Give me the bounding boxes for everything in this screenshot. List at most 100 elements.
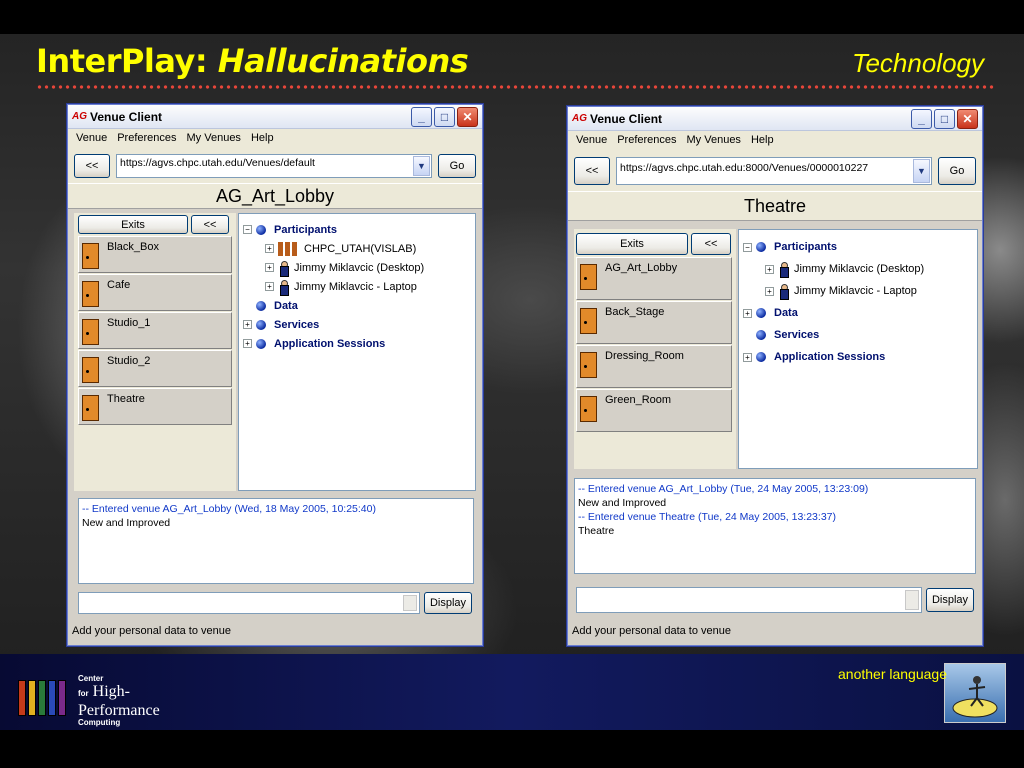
tree-participant[interactable]: + Jimmy Miklavcic - Laptop [743,280,973,302]
exit-dressing-room[interactable]: Dressing_Room [576,345,732,388]
tree-services[interactable]: Services [743,324,973,346]
menu-bar: Venue Preferences My Venues Help [568,131,982,151]
venue-url-field[interactable]: https://agvs.chpc.utah.edu:8000/Venues/0… [616,157,932,185]
expand-icon[interactable]: + [265,263,274,272]
door-icon [580,396,597,422]
tree-participant[interactable]: + Jimmy Miklavcic (Desktop) [743,258,973,280]
chat-log[interactable]: -- Entered venue AG_Art_Lobby (Tue, 24 M… [574,478,976,574]
title-main: InterPlay: [36,42,218,80]
expand-icon[interactable]: + [743,352,752,362]
collapse-exits-button[interactable]: << [691,233,731,255]
exit-studio-1[interactable]: Studio_1 [78,312,232,349]
logo-line-performance: Performance [78,702,160,719]
collapse-icon[interactable]: − [743,242,752,252]
back-button[interactable]: << [74,154,110,178]
ag-logo-icon: AG [572,113,587,124]
venue-name: Theatre [568,191,982,221]
exit-label: Studio_1 [107,317,151,329]
tree-participant[interactable]: + Jimmy Miklavcic - Laptop [243,277,471,296]
tree-participants[interactable]: − Participants [243,220,471,239]
expand-icon[interactable]: + [765,286,774,296]
figure-icon [952,676,998,718]
expand-icon[interactable]: + [743,308,752,318]
venue-body: Exits << AG_Art_Lobby Back_Stage Dressin… [574,229,978,469]
exits-pane: Exits << AG_Art_Lobby Back_Stage Dressin… [574,229,736,469]
tree-application-sessions[interactable]: + Application Sessions [243,334,471,353]
chevron-down-icon[interactable]: ▼ [413,156,430,176]
exit-label: Back_Stage [605,306,665,318]
expand-icon[interactable]: + [265,244,274,253]
expand-icon[interactable]: + [243,339,252,348]
status-bar: Add your personal data to venue [572,625,732,637]
menu-help[interactable]: Help [751,134,774,148]
tree-participant[interactable]: + Jimmy Miklavcic (Desktop) [243,258,471,277]
chat-input-row: Display [78,592,472,614]
expand-icon[interactable]: + [765,264,774,274]
window-title: Venue Client [590,111,663,126]
exit-back-stage[interactable]: Back_Stage [576,301,732,344]
menu-venue[interactable]: Venue [76,132,107,146]
exit-studio-2[interactable]: Studio_2 [78,350,232,387]
menu-preferences[interactable]: Preferences [617,134,676,148]
close-button[interactable]: ✕ [457,106,478,127]
tree-application-sessions[interactable]: + Application Sessions [743,346,973,368]
tree-data[interactable]: Data [243,296,471,315]
blue-ball-icon [756,242,766,252]
slide: InterPlay: Hallucinations Technology AG … [0,0,1024,768]
exit-black-box[interactable]: Black_Box [78,236,232,273]
collapse-icon[interactable]: − [243,225,252,234]
blue-ball-icon [256,300,266,311]
menu-venue[interactable]: Venue [576,134,607,148]
collapse-exits-button[interactable]: << [191,215,229,234]
spinner-icon[interactable] [905,590,919,610]
chat-input[interactable] [78,592,420,614]
tree-participant[interactable]: + CHPC_UTAH(VISLAB) [243,239,471,258]
slide-footer: Center for High- Performance Computing an… [0,654,1024,730]
log-line: -- Entered venue Theatre (Tue, 24 May 20… [578,511,836,523]
footer-tagline: another language [838,666,947,682]
window-title: Venue Client [90,109,163,124]
menu-bar: Venue Preferences My Venues Help [68,129,482,149]
display-button[interactable]: Display [424,592,472,614]
status-bar: Add your personal data to venue [72,625,232,637]
back-button[interactable]: << [574,157,610,185]
title-italic: Hallucinations [217,42,469,80]
spinner-icon[interactable] [403,595,417,611]
chat-input[interactable] [576,587,922,613]
window-title-bar[interactable]: AG Venue Client _ □ ✕ [68,105,482,129]
minimize-button[interactable]: _ [411,106,432,127]
menu-my-venues[interactable]: My Venues [687,134,741,148]
menu-my-venues[interactable]: My Venues [187,132,241,146]
tree-participants[interactable]: − Participants [743,236,973,258]
exit-label: Black_Box [107,241,159,253]
close-button[interactable]: ✕ [957,108,978,129]
dotted-divider [36,85,996,89]
exit-cafe[interactable]: Cafe [78,274,232,311]
blue-ball-icon [756,330,766,340]
menu-preferences[interactable]: Preferences [117,132,176,146]
chat-log[interactable]: -- Entered venue AG_Art_Lobby (Wed, 18 M… [78,498,474,584]
tree-data[interactable]: + Data [743,302,973,324]
exit-theatre[interactable]: Theatre [78,388,232,425]
venue-url-field[interactable]: https://agvs.chpc.utah.edu/Venues/defaul… [116,154,432,178]
minimize-button[interactable]: _ [911,108,932,129]
maximize-button[interactable]: □ [434,106,455,127]
display-button[interactable]: Display [926,588,974,612]
expand-icon[interactable]: + [265,282,274,291]
log-line: -- Entered venue AG_Art_Lobby (Wed, 18 M… [82,503,376,515]
exits-button[interactable]: Exits [78,215,188,234]
log-line: New and Improved [578,497,667,509]
tree-services[interactable]: + Services [243,315,471,334]
door-icon [82,395,99,421]
go-button[interactable]: Go [938,157,976,185]
exit-green-room[interactable]: Green_Room [576,389,732,432]
exit-ag-art-lobby[interactable]: AG_Art_Lobby [576,257,732,300]
go-button[interactable]: Go [438,154,476,178]
menu-help[interactable]: Help [251,132,274,146]
exits-button[interactable]: Exits [576,233,688,255]
venue-client-window-right: AG Venue Client _ □ ✕ Venue Preferences … [567,106,983,646]
expand-icon[interactable]: + [243,320,252,329]
maximize-button[interactable]: □ [934,108,955,129]
window-title-bar[interactable]: AG Venue Client _ □ ✕ [568,107,982,131]
chevron-down-icon[interactable]: ▼ [913,159,930,183]
